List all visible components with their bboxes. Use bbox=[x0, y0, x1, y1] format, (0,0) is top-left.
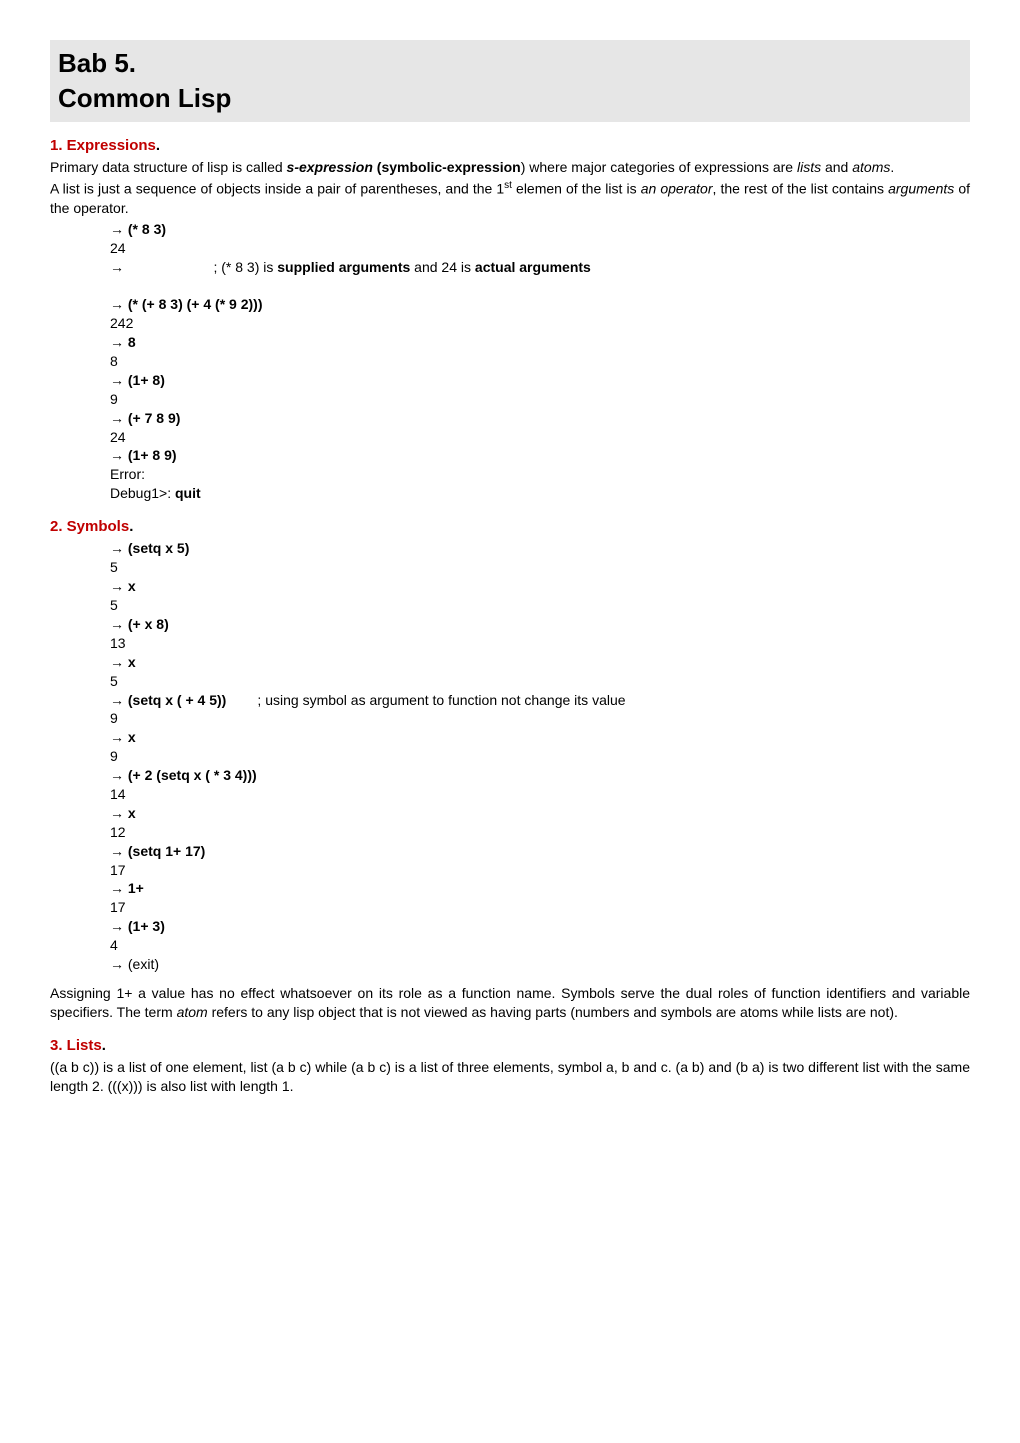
code-line: 14 bbox=[110, 785, 970, 804]
section-3-heading: 3. Lists. bbox=[50, 1036, 970, 1056]
code-line: 5 bbox=[110, 558, 970, 577]
code-line: → (setq 1+ 17) bbox=[110, 842, 970, 861]
section-2-para-1: Assigning 1+ a value has no effect whats… bbox=[50, 984, 970, 1022]
code-line: 9 bbox=[110, 390, 970, 409]
section-2-heading: 2. Symbols. bbox=[50, 517, 970, 537]
section-2-code: → (setq x 5)5→ x5→ (+ x 8)13→ x5→ (setq … bbox=[110, 539, 970, 973]
code-line: → (+ x 8) bbox=[110, 615, 970, 634]
code-line bbox=[110, 276, 970, 295]
code-line: 5 bbox=[110, 596, 970, 615]
title-block: Bab 5. Common Lisp bbox=[50, 40, 970, 122]
code-line: Error: bbox=[110, 465, 970, 484]
code-line: → 1+ bbox=[110, 879, 970, 898]
code-line: 24 bbox=[110, 239, 970, 258]
title-line2: Common Lisp bbox=[58, 81, 962, 116]
code-line: 242 bbox=[110, 314, 970, 333]
code-line: 13 bbox=[110, 634, 970, 653]
code-line: → (* 8 3) bbox=[110, 220, 970, 239]
code-line: 17 bbox=[110, 898, 970, 917]
code-line: → (+ 7 8 9) bbox=[110, 409, 970, 428]
code-line: → (setq x 5) bbox=[110, 539, 970, 558]
section-1-para-1: Primary data structure of lisp is called… bbox=[50, 158, 970, 177]
code-line: → x bbox=[110, 653, 970, 672]
code-line: → (+ 2 (setq x ( * 3 4))) bbox=[110, 766, 970, 785]
code-line: 5 bbox=[110, 672, 970, 691]
code-line: 24 bbox=[110, 428, 970, 447]
code-line: → (exit) bbox=[110, 955, 970, 974]
code-line: → ; (* 8 3) is supplied arguments and 24… bbox=[110, 258, 970, 277]
code-line: → (1+ 8 9) bbox=[110, 446, 970, 465]
code-line: 4 bbox=[110, 936, 970, 955]
code-line: 8 bbox=[110, 352, 970, 371]
title-line1: Bab 5. bbox=[58, 46, 962, 81]
code-line: 17 bbox=[110, 861, 970, 880]
section-1-code: → (* 8 3)24→ ; (* 8 3) is supplied argum… bbox=[110, 220, 970, 503]
code-line: → x bbox=[110, 728, 970, 747]
section-3-para-1: ((a b c)) is a list of one element, list… bbox=[50, 1058, 970, 1096]
code-line: → x bbox=[110, 804, 970, 823]
code-line: → (1+ 3) bbox=[110, 917, 970, 936]
code-line: → x bbox=[110, 577, 970, 596]
section-1-para-2: A list is just a sequence of objects ins… bbox=[50, 179, 970, 217]
code-line: 9 bbox=[110, 747, 970, 766]
code-line: 12 bbox=[110, 823, 970, 842]
section-1-heading: 1. Expressions. bbox=[50, 136, 970, 156]
code-line: → (* (+ 8 3) (+ 4 (* 9 2))) bbox=[110, 295, 970, 314]
code-line: Debug1>: quit bbox=[110, 484, 970, 503]
code-line: 9 bbox=[110, 709, 970, 728]
code-line: → (setq x ( + 4 5)) ; using symbol as ar… bbox=[110, 691, 970, 710]
code-line: → 8 bbox=[110, 333, 970, 352]
code-line: → (1+ 8) bbox=[110, 371, 970, 390]
